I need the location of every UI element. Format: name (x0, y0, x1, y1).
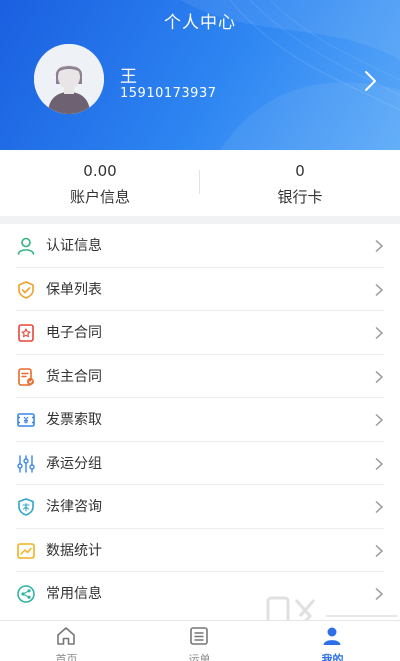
list-icon (190, 627, 208, 645)
chevron-right-icon (375, 457, 384, 470)
menu-item-label: 电子合同 (46, 325, 102, 341)
profile-header: 个人中心 王 15910173937 (0, 0, 400, 150)
profile-chevron-right-icon[interactable] (360, 70, 380, 92)
chevron-right-icon (375, 500, 384, 514)
menu-item-shipper-contract[interactable]: 货主合同 (0, 355, 400, 399)
shield-check-icon (18, 280, 34, 299)
avatar-person-icon (34, 44, 104, 114)
account-balance: 0.00 (83, 162, 117, 180)
law-shield-icon (18, 498, 34, 516)
chevron-right-icon (375, 413, 384, 427)
account-info-stat[interactable]: 0.00 账户信息 (0, 150, 200, 216)
user-icon (17, 237, 35, 255)
menu-item-label: 常用信息 (46, 586, 102, 602)
tab-home[interactable]: 首页 (0, 621, 133, 661)
chevron-right-icon (375, 370, 384, 383)
chevron-right-icon (375, 544, 384, 557)
avatar[interactable] (34, 44, 104, 114)
home-icon (57, 627, 75, 645)
person-icon (323, 627, 341, 645)
menu-item-label: 承运分组 (46, 455, 102, 472)
menu-item-label: 法律咨询 (46, 499, 102, 515)
bank-card-label: 银行卡 (277, 188, 323, 206)
menu-item-label: 数据统计 (46, 542, 102, 559)
menu-item-e-contract[interactable]: 电子合同 (0, 311, 400, 355)
share-icon (17, 585, 35, 603)
bottom-tab-bar: 首页 运单 我的 (0, 620, 400, 661)
menu-item-label: 发票索取 (46, 412, 102, 428)
bank-card-stat[interactable]: 0 银行卡 (200, 150, 400, 216)
user-name: 王 (120, 67, 137, 87)
contract-star-icon (18, 324, 34, 342)
menu-list: 认证信息 保单列表 电子合同 货主合同 发票索取 承运分组 法律咨询 数据统计 … (0, 224, 400, 624)
menu-item-certification[interactable]: 认证信息 (0, 224, 400, 268)
menu-item-carrier-group[interactable]: 承运分组 (0, 442, 400, 486)
tab-mine[interactable]: 我的 (266, 621, 399, 661)
chevron-right-icon (375, 239, 384, 253)
chart-card-icon (17, 542, 35, 559)
page-title: 个人中心 (164, 13, 236, 33)
chevron-right-icon (375, 326, 384, 340)
menu-item-invoice-request[interactable]: 发票索取 (0, 398, 400, 442)
user-phone: 15910173937 (120, 86, 217, 101)
menu-item-label: 认证信息 (46, 238, 102, 254)
menu-item-label: 保单列表 (46, 281, 102, 298)
document-icon (18, 367, 34, 386)
bank-card-count: 0 (295, 162, 305, 180)
sliders-icon (17, 454, 35, 473)
menu-item-policy-list[interactable]: 保单列表 (0, 268, 400, 312)
tab-waybill[interactable]: 运单 (133, 621, 266, 661)
menu-item-label: 货主合同 (46, 368, 102, 385)
invoice-icon (17, 413, 35, 427)
account-info-label: 账户信息 (69, 188, 130, 206)
menu-item-statistics[interactable]: 数据统计 (0, 529, 400, 573)
chevron-right-icon (375, 283, 384, 296)
menu-item-legal-consult[interactable]: 法律咨询 (0, 485, 400, 529)
account-stats: 0.00 账户信息 0 银行卡 (0, 150, 400, 216)
